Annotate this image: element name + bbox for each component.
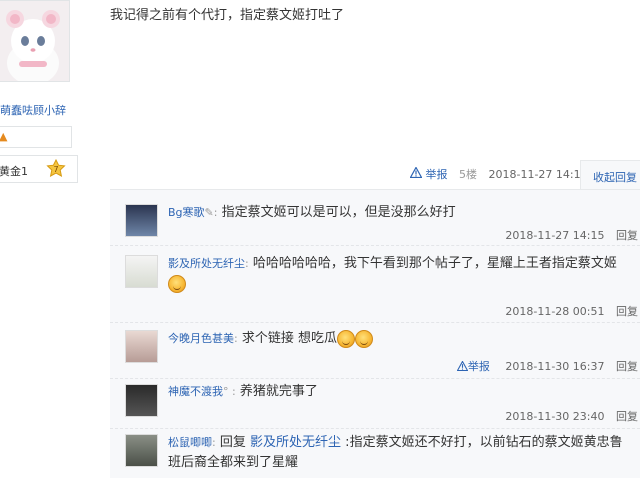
reply-time: 2018-11-30 16:37 (505, 360, 605, 373)
username-link[interactable]: 萌蠢呿顾小辞 (0, 102, 66, 118)
level-name: 黄金1 (0, 165, 28, 178)
warning-icon (409, 166, 423, 181)
reply-text-line2: 班后裔全都来到了星耀 (168, 455, 299, 470)
user-badge-box[interactable]: ▲ (0, 126, 72, 148)
reply-button[interactable]: 回复 (616, 229, 638, 242)
reply-text: 指定蔡文姬可以是可以，但是没那么好打 (221, 205, 456, 220)
user-info-column: 萌蠢呿顾小辞 ▲ 黄金1 7 (0, 0, 92, 478)
report-link[interactable]: 举报 (426, 166, 448, 182)
reply-username[interactable]: 神魔不渡我 (168, 385, 223, 398)
smiley-emoji-icon (355, 329, 373, 348)
post-time: 2018-11-27 14:14 (488, 167, 588, 181)
reply-content: 松鼠唧唧: 回复 影及所处无纤尘 :指定蔡文姬还不好打，以前钻石的蔡文姬黄忠鲁 … (168, 435, 623, 470)
reply-avatar[interactable] (125, 384, 158, 417)
reply-text: 哈哈哈哈哈哈，我下午看到那个帖子了，星耀上王者指定蔡文姬 (252, 256, 617, 271)
warning-icon (456, 360, 469, 372)
smiley-emoji-icon (168, 274, 186, 293)
reply-meta: 2018-11-28 00:51 回复 (505, 303, 638, 319)
reply-list: Bg寒歌✎: 指定蔡文姬可以是可以，但是没那么好打 2018-11-27 14:… (110, 189, 640, 478)
reply-button[interactable]: 回复 (616, 410, 638, 423)
level-number: 7 (53, 165, 58, 174)
reply-meta: 2018-11-30 23:40 回复 (505, 408, 638, 424)
reply-text: 求个链接 想吃瓜 (241, 331, 337, 346)
reply-time: 2018-11-30 23:40 (505, 410, 605, 423)
user-level-box[interactable]: 黄金1 7 (0, 155, 78, 183)
reply-username[interactable]: 松鼠唧唧 (168, 436, 212, 449)
reply-username[interactable]: Bg寒歌 (168, 206, 205, 219)
reply-username[interactable]: 今晚月色甚美 (168, 332, 234, 345)
reply-avatar[interactable] (125, 434, 158, 467)
reply-time: 2018-11-28 00:51 (505, 305, 605, 318)
reply-time: 2018-11-27 14:15 (505, 229, 605, 242)
reply-prefix: 回复 (219, 435, 246, 450)
reply-content: 影及所处无纤尘: 哈哈哈哈哈哈，我下午看到那个帖子了，星耀上王者指定蔡文姬 (168, 254, 633, 294)
reply-meta: 2018-11-27 14:15 回复 (505, 227, 638, 243)
flame-badge-icon: ▲ (0, 130, 8, 143)
level-badge-icon: 7 (46, 159, 66, 177)
reply-text: 养猪就完事了 (239, 384, 318, 399)
smiley-emoji-icon (337, 329, 355, 348)
reply-target-link[interactable]: 影及所处无纤尘 (250, 435, 341, 450)
reply-button[interactable]: 回复 (616, 305, 638, 318)
reply-item: 松鼠唧唧: 回复 影及所处无纤尘 :指定蔡文姬还不好打，以前钻石的蔡文姬黄忠鲁 … (110, 429, 640, 478)
reply-text: 指定蔡文姬还不好打，以前钻石的蔡文姬黄忠鲁 (349, 435, 623, 450)
reply-username[interactable]: 影及所处无纤尘 (168, 257, 245, 270)
reply-avatar[interactable] (125, 204, 158, 237)
reply-content: Bg寒歌✎: 指定蔡文姬可以是可以，但是没那么好打 (168, 205, 456, 220)
post-tail: 举报 5楼 2018-11-27 14:14 (409, 166, 588, 184)
reply-button[interactable]: 回复 (616, 360, 638, 373)
cat-avatar-image (0, 1, 69, 81)
reply-content: 今晚月色甚美: 求个链接 想吃瓜 (168, 329, 633, 349)
reply-meta: 举报 2018-11-30 16:37 回复 (456, 358, 638, 374)
floor-number: 5楼 (459, 168, 477, 181)
reply-item: Bg寒歌✎: 指定蔡文姬可以是可以，但是没那么好打 2018-11-27 14:… (110, 190, 640, 246)
reply-avatar[interactable] (125, 255, 158, 288)
user-avatar[interactable] (0, 0, 70, 82)
reply-item: 神魔不渡我° : 养猪就完事了 2018-11-30 23:40 回复 (110, 379, 640, 429)
post-content: 我记得之前有个代打，指定蔡文姬打吐了 (110, 8, 345, 23)
reply-item: 影及所处无纤尘: 哈哈哈哈哈哈，我下午看到那个帖子了，星耀上王者指定蔡文姬 20… (110, 246, 640, 323)
collapse-replies-button[interactable]: 收起回复 (580, 160, 640, 190)
reply-content: 神魔不渡我° : 养猪就完事了 (168, 384, 318, 399)
reply-avatar[interactable] (125, 330, 158, 363)
reply-report-link[interactable]: 举报 (456, 360, 490, 373)
reply-item: 今晚月色甚美: 求个链接 想吃瓜 举报 2018-11-30 16:37 回复 (110, 323, 640, 379)
